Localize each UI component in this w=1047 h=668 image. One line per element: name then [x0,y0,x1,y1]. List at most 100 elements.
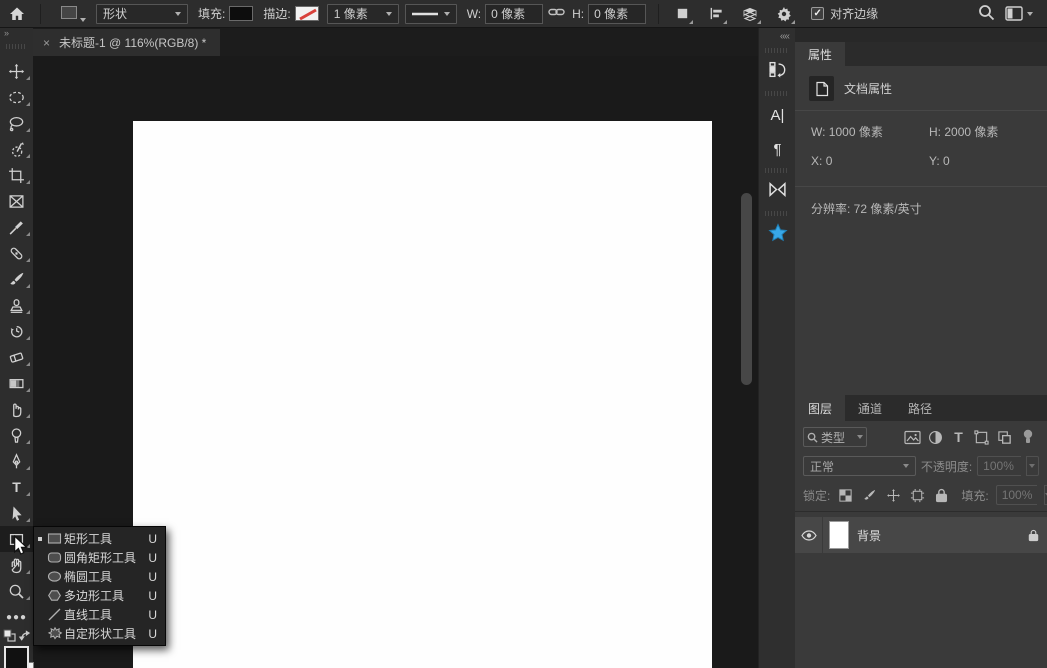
flyout-item-rect-shape[interactable]: 矩形工具U [34,529,165,548]
chevron-corner-icon [723,20,727,24]
crop-tool-icon [8,167,25,184]
close-tab-icon[interactable]: × [43,36,50,50]
flyout-item-shortcut: U [148,589,157,603]
vertical-scrollbar-thumb[interactable] [741,193,752,385]
tool-eraser-tool[interactable] [0,344,33,370]
tool-pen-tool[interactable] [0,448,33,474]
lock-artboard-icon[interactable] [909,487,926,504]
flyout-item-polygon-shape[interactable]: 多边形工具U [34,586,165,605]
dock-grip[interactable] [765,91,789,96]
chevron-corner-icon [757,20,761,24]
lasso-tool-icon [8,115,25,132]
stroke-width-select[interactable]: 1 像素 [327,4,399,24]
panel-dock-strip: «« A|¶ [758,28,795,668]
tool-gradient-tool[interactable] [0,370,33,396]
path-operations-icon [675,6,690,21]
toolbar: » T ●●● [0,28,33,668]
tool-smudge-tool[interactable] [0,396,33,422]
dock-history-panel-button[interactable] [759,55,796,89]
flyout-item-line-shape[interactable]: 直线工具U [34,605,165,624]
tool-lasso-tool[interactable] [0,110,33,136]
link-dimensions-icon[interactable] [548,6,565,21]
custom-shape-icon [45,626,64,641]
tool-eyedropper-tool[interactable] [0,214,33,240]
kind-label: 类型 [821,429,854,446]
tool-marquee-tool[interactable] [0,84,33,110]
tool-dodge-tool[interactable] [0,422,33,448]
type-filter-icon[interactable]: T [947,427,970,447]
opacity-dropdown[interactable] [1026,456,1039,476]
path-arrangement-button[interactable] [737,2,763,26]
shape-settings-button[interactable] [771,2,797,26]
tool-zoom-tool[interactable] [0,578,33,604]
tool-more-options[interactable]: ●●● [0,604,33,630]
shape-height-input[interactable]: 0 像素 [588,4,646,24]
tool-move-tool[interactable] [0,58,33,84]
flyout-item-ellipse-shape[interactable]: 椭圆工具U [34,567,165,586]
dock-glyphs-panel-button[interactable] [759,175,796,209]
chevron-down-icon [1027,12,1033,16]
shape-width-input[interactable]: 0 像素 [485,4,543,24]
layer-thumbnail[interactable] [829,521,849,549]
lock-position-icon[interactable] [885,487,902,504]
foreground-background-colors[interactable] [0,644,33,668]
home-icon[interactable] [0,6,34,22]
tool-preset-picker[interactable] [61,6,86,22]
lock-transparent-icon[interactable] [837,487,854,504]
smart-object-filter-icon[interactable] [993,427,1016,447]
adjustment-filter-icon[interactable] [924,427,947,447]
flyout-item-custom-shape[interactable]: 自定形状工具U [34,624,165,643]
dock-grip[interactable] [765,211,789,216]
search-icon[interactable] [978,4,995,24]
chevron-corner-icon [791,20,795,24]
dock-libraries-star-panel-button[interactable] [759,218,796,252]
tab-channels[interactable]: 通道 [845,395,895,421]
stroke-style-select[interactable] [405,4,457,24]
tool-crop-tool[interactable] [0,162,33,188]
document-canvas[interactable] [133,121,712,668]
height-label: H: [572,7,584,21]
path-alignment-button[interactable] [703,2,729,26]
tool-mode-select[interactable]: 形状 [96,4,188,24]
flyout-item-rounded-rect-shape[interactable]: 圆角矩形工具U [34,548,165,567]
dock-character-panel-button[interactable]: A| [759,98,796,132]
tab-properties[interactable]: 属性 [795,42,845,66]
workspace-switcher[interactable] [1005,6,1033,21]
tool-frame-tool[interactable] [0,188,33,214]
align-edges-checkbox[interactable]: ✓ [811,7,824,20]
solid-line-icon [412,12,438,16]
blend-mode-select[interactable]: 正常 [803,456,916,476]
shape-filter-icon[interactable] [970,427,993,447]
layer-fill-input[interactable]: 100% [996,485,1038,505]
tool-path-select-tool[interactable] [0,500,33,526]
dock-collapse-button[interactable]: «« [759,28,795,46]
lock-paint-icon[interactable] [861,487,878,504]
dock-grip[interactable] [765,48,789,53]
dock-grip[interactable] [765,168,789,173]
toolbar-collapse-button[interactable]: » [0,28,33,42]
tool-brush-tool[interactable] [0,266,33,292]
picture-filter-icon[interactable] [901,427,924,447]
document-tab[interactable]: × 未标题-1 @ 116%(RGB/8) * [33,29,220,56]
path-operations-button[interactable] [669,2,695,26]
tab-layers[interactable]: 图层 [795,395,845,421]
lock-all-icon[interactable] [933,487,950,504]
opacity-value: 100% [983,459,1014,473]
tool-quick-select-tool[interactable] [0,136,33,162]
tool-clone-stamp-tool[interactable] [0,292,33,318]
layer-visibility-toggle[interactable] [795,517,823,553]
tool-history-brush-tool[interactable] [0,318,33,344]
doc-height-field: H: 2000 像素 [929,123,1047,140]
layer-filter-kind-select[interactable]: 类型 [803,427,867,447]
opacity-input[interactable]: 100% [977,456,1021,476]
fill-color-swatch[interactable] [229,6,253,21]
toolbar-grip[interactable] [6,44,27,49]
stroke-color-swatch[interactable] [295,6,319,21]
tab-paths[interactable]: 路径 [895,395,945,421]
foreground-color-swatch[interactable] [4,646,29,668]
filter-toggle-icon[interactable] [1016,427,1039,447]
dock-paragraph-panel-button[interactable]: ¶ [759,132,796,166]
tool-healing-brush-tool[interactable] [0,240,33,266]
layer-row-background[interactable]: 背景 [795,517,1047,553]
tool-type-tool[interactable]: T [0,474,33,500]
